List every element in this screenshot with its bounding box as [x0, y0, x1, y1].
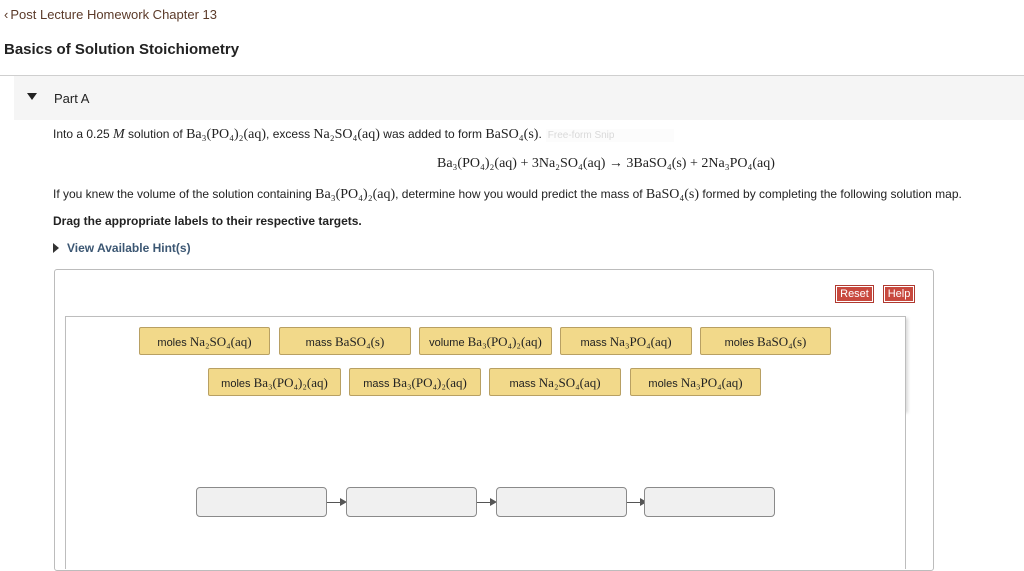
- label-chem: Na₃PO₄(aq): [680, 375, 743, 390]
- drop-target-3[interactable]: [496, 487, 627, 517]
- intro-text: .: [538, 127, 542, 141]
- intro-text: solution of: [124, 127, 187, 141]
- expand-arrow-icon: [53, 243, 59, 253]
- hints-label: View Available Hint(s): [67, 241, 191, 255]
- label-prefix: mass: [363, 378, 393, 390]
- chem-formula: BaSO₄(s): [645, 187, 700, 202]
- part-label: Part A: [54, 91, 90, 106]
- question-part: If you knew the volume of the solution c…: [53, 187, 316, 201]
- free-form-snip-overlay: Free-form Snip: [545, 129, 675, 142]
- chevron-left-icon: ‹: [4, 7, 9, 22]
- draggable-label[interactable]: moles Na₃PO₄(aq): [630, 368, 761, 396]
- intro-text: Into a 0.25: [53, 127, 114, 141]
- label-chem: BaSO₄(s): [757, 334, 807, 349]
- question-text: If you knew the volume of the solution c…: [53, 187, 962, 203]
- label-chem: Ba₃(PO₄)₂(aq): [392, 375, 467, 390]
- back-link[interactable]: ‹ Post Lecture Homework Chapter 13: [4, 7, 217, 22]
- question-part: , determine how you would predict the ma…: [395, 187, 646, 201]
- chem-formula: Na₂SO₄(aq): [313, 127, 380, 142]
- intro-text: , excess: [266, 127, 314, 141]
- draggable-label[interactable]: volume Ba₃(PO₄)₂(aq): [419, 327, 552, 355]
- help-button[interactable]: Help: [883, 285, 915, 303]
- draggable-label[interactable]: moles Ba₃(PO₄)₂(aq): [208, 368, 341, 396]
- question-part: formed by completing the following solut…: [699, 187, 962, 201]
- chem-formula: Ba₃(PO₄)₂(aq): [315, 187, 396, 202]
- chem-formula: Ba₃(PO₄)₂(aq): [186, 127, 267, 142]
- label-chem: Na₂SO₄(aq): [538, 375, 601, 390]
- label-chem: Ba₃(PO₄)₂(aq): [253, 375, 328, 390]
- draggable-label[interactable]: mass Na₂SO₄(aq): [489, 368, 621, 396]
- molarity-unit: M: [113, 127, 125, 142]
- label-prefix: moles: [157, 337, 190, 349]
- solution-map-area: [65, 409, 906, 569]
- view-hints-toggle[interactable]: View Available Hint(s): [53, 241, 191, 255]
- problem-intro: Into a 0.25 M solution of Ba₃(PO₄)₂(aq),…: [53, 127, 675, 143]
- draggable-label[interactable]: mass Na₃PO₄(aq): [560, 327, 692, 355]
- intro-text: was added to form: [379, 127, 486, 141]
- instruction: Drag the appropriate labels to their res…: [53, 214, 362, 228]
- reset-button[interactable]: Reset: [835, 285, 874, 303]
- draggable-label[interactable]: moles BaSO₄(s): [700, 327, 831, 355]
- draggable-label[interactable]: moles Na₂SO₄(aq): [139, 327, 270, 355]
- draggable-label[interactable]: mass Ba₃(PO₄)₂(aq): [349, 368, 481, 396]
- label-chem: Na₃PO₄(aq): [609, 334, 672, 349]
- draggable-label[interactable]: mass BaSO₄(s): [279, 327, 411, 355]
- back-link-label: Post Lecture Homework Chapter 13: [10, 7, 217, 22]
- label-prefix: volume: [429, 337, 468, 349]
- part-header[interactable]: [14, 76, 1024, 120]
- label-prefix: moles: [648, 378, 681, 390]
- label-prefix: mass: [305, 337, 336, 349]
- drop-target-2[interactable]: [346, 487, 477, 517]
- label-prefix: mass: [509, 378, 539, 390]
- label-prefix: moles: [221, 378, 254, 390]
- label-chem: Na₂SO₄(aq): [189, 334, 252, 349]
- label-prefix: mass: [580, 337, 610, 349]
- label-chem: Ba₃(PO₄)₂(aq): [467, 334, 542, 349]
- collapse-arrow-icon[interactable]: [27, 93, 37, 100]
- drop-target-4[interactable]: [644, 487, 775, 517]
- label-prefix: moles: [724, 337, 758, 349]
- page-title: Basics of Solution Stoichiometry: [4, 41, 240, 58]
- chemical-equation: Ba₃(PO₄)₂(aq) + 3Na₂SO₄(aq) → 3BaSO₄(s) …: [437, 156, 775, 171]
- drop-target-1[interactable]: [196, 487, 327, 517]
- chem-formula: BaSO₄(s): [485, 127, 539, 142]
- label-chem: BaSO₄(s): [335, 334, 385, 349]
